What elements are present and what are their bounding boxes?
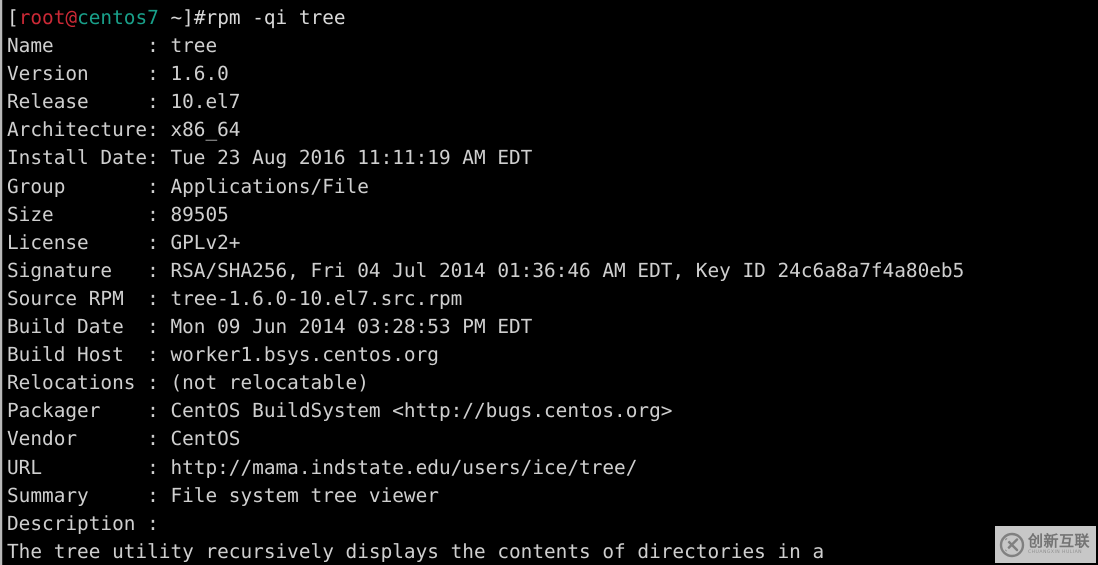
output-line: Name : tree	[7, 34, 218, 58]
output-line: Relocations : (not relocatable)	[7, 371, 369, 395]
output-line-description-body: The tree utility recursively displays th…	[7, 539, 825, 563]
output-line: Build Date : Mon 09 Jun 2014 03:28:53 PM…	[7, 315, 533, 339]
terminal-window[interactable]: [root@centos7 ~]#rpm -qi tree Name : tre…	[0, 0, 1098, 565]
output-line: Architecture: x86_64	[7, 118, 241, 142]
prompt-user: root	[18, 6, 66, 29]
prompt-host: centos7	[77, 6, 159, 29]
watermark: 创新互联 CHUANGXIN HULIAN	[995, 526, 1096, 563]
output-line-description-header: Description :	[7, 511, 159, 535]
prompt-open-bracket: [	[7, 6, 19, 29]
watermark-text: 创新互联 CHUANGXIN HULIAN	[1028, 531, 1091, 556]
output-line: Build Host : worker1.bsys.centos.org	[7, 343, 439, 367]
watermark-chinese-label: 创新互联	[1028, 531, 1091, 550]
prompt-line: [root@centos7 ~]#rpm -qi tree	[7, 4, 1098, 32]
output-line: Vendor : CentOS	[7, 427, 241, 451]
prompt-at-symbol: @	[65, 6, 78, 29]
output-line: Source RPM : tree-1.6.0-10.el7.src.rpm	[7, 286, 463, 310]
output-line: Group : Applications/File	[7, 174, 369, 198]
command-text: rpm -qi tree	[205, 6, 346, 29]
output-line: License : GPLv2+	[7, 230, 241, 254]
output-line: Signature : RSA/SHA256, Fri 04 Jul 2014 …	[7, 258, 965, 282]
output-line: Summary : File system tree viewer	[7, 483, 439, 507]
output-line: Packager : CentOS BuildSystem <http://bu…	[7, 399, 673, 423]
output-line: Install Date: Tue 23 Aug 2016 11:11:19 A…	[7, 146, 533, 170]
output-line: Version : 1.6.0	[7, 62, 229, 86]
circle-x-logo-icon	[999, 532, 1025, 558]
window-left-edge	[0, 0, 3, 565]
watermark-english-label: CHUANGXIN HULIAN	[1028, 549, 1083, 555]
output-line: Release : 10.el7	[7, 90, 241, 114]
prompt-path: ~]#	[158, 6, 206, 29]
output-line: Size : 89505	[7, 202, 229, 226]
terminal-screen: [root@centos7 ~]#rpm -qi tree Name : tre…	[0, 0, 1098, 565]
output-line: URL : http://mama.indstate.edu/users/ice…	[7, 455, 638, 479]
